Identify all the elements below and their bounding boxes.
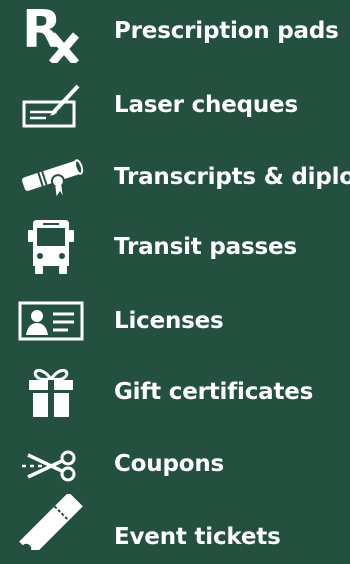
list-item-laser-cheques: Laser cheques bbox=[0, 72, 350, 144]
list-item-transcripts: Transcripts & diplo bbox=[0, 144, 350, 216]
ticket-icon bbox=[14, 494, 88, 550]
gift-icon bbox=[14, 364, 88, 420]
list-item-transit-passes: Transit passes bbox=[0, 216, 350, 288]
item-label: Event tickets bbox=[114, 524, 281, 550]
cheque-icon bbox=[14, 78, 88, 134]
list-item-prescription-pads: R Prescription pads bbox=[0, 0, 350, 72]
svg-text:R: R bbox=[22, 1, 62, 60]
id-card-icon bbox=[14, 292, 88, 348]
item-label: Transcripts & diplo bbox=[114, 164, 350, 190]
rx-icon: R bbox=[14, 1, 88, 63]
list-item-licenses: Licenses bbox=[0, 288, 350, 360]
diploma-icon bbox=[14, 148, 88, 204]
item-label: Coupons bbox=[114, 451, 224, 477]
bus-icon bbox=[14, 220, 88, 276]
item-label: Prescription pads bbox=[114, 18, 339, 44]
item-label: Transit passes bbox=[114, 234, 297, 260]
scissors-icon bbox=[14, 438, 88, 494]
item-label: Licenses bbox=[114, 308, 224, 334]
list-item-event-tickets: Event tickets bbox=[0, 492, 350, 564]
list-item-gift-certificates: Gift certificates bbox=[0, 360, 350, 432]
item-label: Laser cheques bbox=[114, 92, 298, 118]
item-label: Gift certificates bbox=[114, 379, 314, 405]
